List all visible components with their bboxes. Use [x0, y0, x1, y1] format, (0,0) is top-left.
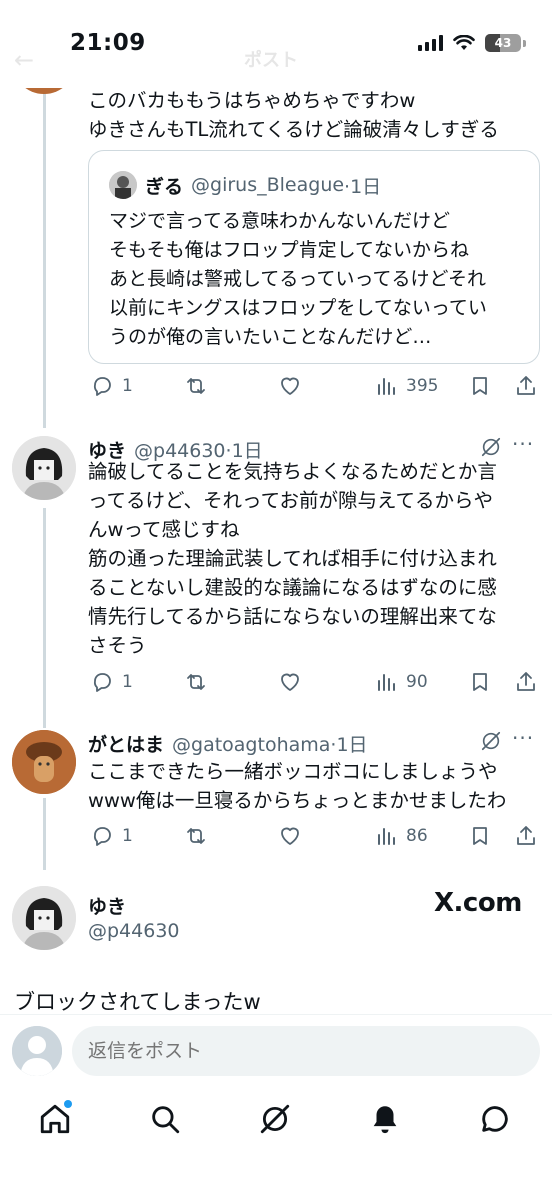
author-name[interactable]: ゆき	[88, 892, 126, 919]
views-icon	[378, 378, 395, 395]
quote-text: マジで言ってる意味わかんないんだけど そもそも俺はフロップ肯定してないからね あ…	[109, 210, 487, 348]
grok-icon	[260, 1104, 290, 1134]
bookmark-button[interactable]	[468, 824, 492, 848]
search-icon	[152, 1106, 180, 1134]
repost-icon	[187, 378, 205, 394]
bookmark-button[interactable]	[468, 670, 492, 694]
repost-button[interactable]	[184, 374, 208, 398]
views-icon	[378, 828, 395, 845]
reply-button[interactable]: 1	[90, 374, 133, 398]
author-handle: @p44630	[88, 920, 180, 942]
thread-line	[43, 88, 46, 428]
repost-button[interactable]	[184, 824, 208, 848]
quote-avatar	[109, 171, 137, 199]
repost-icon	[187, 674, 205, 690]
thread-line	[43, 798, 46, 870]
heart-icon	[281, 377, 299, 395]
avatar[interactable]	[12, 886, 76, 950]
x-com-watermark: X.com	[434, 888, 522, 918]
author-name[interactable]: がとはま	[88, 730, 164, 757]
more-icon[interactable]: ···	[512, 726, 534, 750]
bookmark-icon	[473, 377, 487, 395]
reply-icon	[93, 377, 111, 396]
post-text: ブロックされてしまったw	[14, 990, 261, 1014]
nav-messages[interactable]	[478, 1102, 512, 1136]
repost-icon	[187, 828, 205, 844]
post-text: このバカももうはちゃめちゃですわw ゆきさんもTL流れてくるけど論破清々しすぎる	[88, 89, 499, 141]
thread-line	[43, 508, 46, 728]
divider	[0, 1014, 552, 1015]
quote-author-name: ぎる	[145, 175, 184, 198]
like-button[interactable]	[278, 374, 302, 398]
share-icon	[517, 376, 535, 395]
nav-notifications[interactable]	[368, 1102, 402, 1136]
bottom-nav	[0, 1090, 552, 1150]
quoted-post[interactable]: ぎる @girus_Bleague ·1日 マジで言ってる意味わかんないんだけど…	[88, 150, 540, 364]
action-bar: 1 86	[88, 824, 540, 854]
nav-home[interactable]	[38, 1100, 72, 1136]
bookmark-button[interactable]	[468, 374, 492, 398]
bookmark-icon	[473, 673, 487, 691]
action-bar: 1 395	[88, 374, 540, 404]
reply-count: 1	[122, 376, 133, 396]
reply-button[interactable]: 1	[90, 824, 133, 848]
bookmark-icon	[473, 827, 487, 845]
reply-button[interactable]: 1	[90, 670, 133, 694]
reply-icon	[93, 827, 111, 846]
grok-icon[interactable]	[480, 730, 502, 752]
my-avatar[interactable]	[12, 1026, 62, 1076]
author-handle: @gatoagtohama	[172, 734, 331, 756]
views-count: 90	[406, 672, 428, 692]
like-button[interactable]	[278, 824, 302, 848]
reply-icon	[93, 673, 111, 692]
nav-search[interactable]	[148, 1102, 182, 1136]
views-count: 395	[406, 376, 439, 396]
reply-count: 1	[122, 826, 133, 846]
messages-icon	[482, 1106, 508, 1132]
quote-timestamp: ·1日	[344, 175, 382, 198]
notifications-icon	[373, 1106, 397, 1134]
grok-icon[interactable]	[480, 436, 502, 458]
views-button[interactable]: 86	[374, 824, 428, 848]
nav-grok[interactable]	[258, 1102, 292, 1136]
quote-header: ぎる @girus_Bleague ·1日	[109, 171, 381, 199]
views-icon	[378, 674, 395, 691]
like-button[interactable]	[278, 670, 302, 694]
author-row: がとはま @gatoagtohama ·1日	[88, 730, 368, 757]
reply-input[interactable]	[72, 1026, 540, 1076]
action-bar: 1 90	[88, 670, 540, 700]
post-text: ここまできたら一緒ボッコボコにしましょうや www俺は一旦寝るからちょっとまかせ…	[88, 760, 507, 812]
repost-button[interactable]	[184, 670, 208, 694]
avatar[interactable]	[12, 730, 76, 794]
back-arrow-icon[interactable]: ←	[14, 46, 34, 74]
timestamp: ·1日	[330, 734, 368, 756]
share-button[interactable]	[514, 824, 538, 848]
notification-dot	[64, 1100, 72, 1108]
header-title: ポスト	[244, 50, 298, 71]
share-button[interactable]	[514, 374, 538, 398]
quote-author-handle: @girus_Bleague	[191, 174, 345, 196]
share-icon	[517, 672, 535, 691]
share-icon	[517, 826, 535, 845]
views-count: 86	[406, 826, 428, 846]
share-button[interactable]	[514, 670, 538, 694]
heart-icon	[281, 673, 299, 691]
views-button[interactable]: 395	[374, 374, 438, 398]
views-button[interactable]: 90	[374, 670, 428, 694]
avatar[interactable]	[12, 436, 76, 500]
reply-count: 1	[122, 672, 133, 692]
post-text: 論破してることを気持ちよくなるためだとか言 ってるけど、それってお前が隙与えてる…	[88, 460, 497, 657]
more-icon[interactable]: ···	[512, 432, 534, 456]
post-header: ← ポスト	[0, 40, 552, 74]
heart-icon	[281, 827, 299, 845]
